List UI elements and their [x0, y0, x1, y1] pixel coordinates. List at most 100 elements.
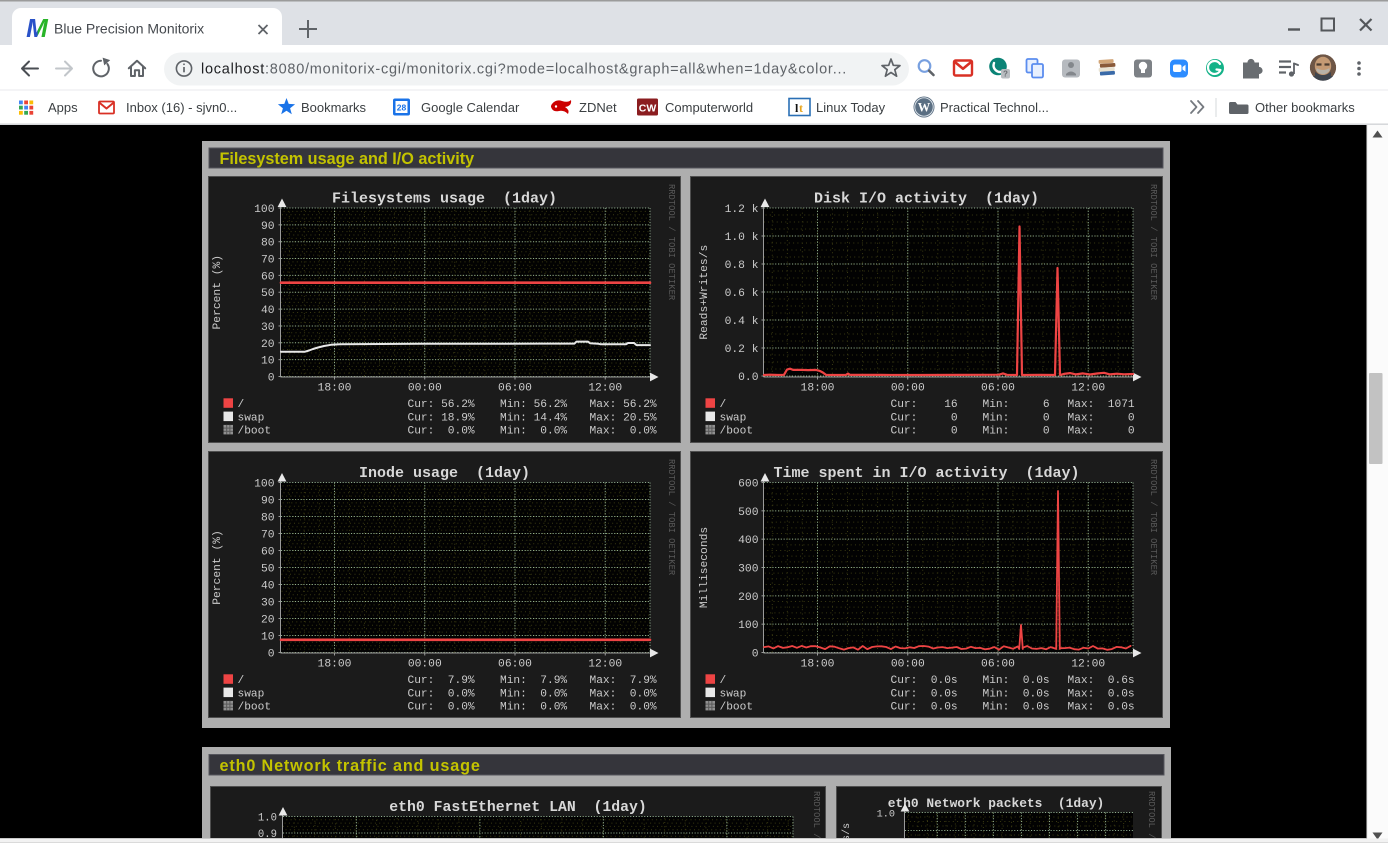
svg-text:Max: 7.9%: Max: 7.9% — [590, 675, 657, 687]
svg-text:0.4 k: 0.4 k — [725, 316, 759, 328]
svg-text:/: / — [238, 399, 245, 411]
svg-text:Cur: 0.0%: Cur: 0.0% — [408, 426, 475, 438]
svg-text:30: 30 — [261, 598, 275, 610]
svg-text:40: 40 — [261, 305, 275, 317]
svg-text:90: 90 — [261, 221, 275, 233]
svg-text:0: 0 — [752, 649, 759, 661]
svg-text:10: 10 — [261, 356, 275, 368]
svg-text:Cur: 0.0s: Cur: 0.0s — [891, 675, 958, 687]
svg-text:20: 20 — [261, 339, 275, 351]
svg-text:60: 60 — [261, 547, 275, 559]
svg-text:Cur: 0.0%: Cur: 0.0% — [408, 702, 475, 714]
svg-text:Max: 0.0%: Max: 0.0% — [590, 426, 657, 438]
svg-text:Max: 0.0s: Max: 0.0s — [1068, 702, 1135, 714]
svg-text:18:00: 18:00 — [801, 382, 835, 394]
svg-text:400: 400 — [738, 535, 759, 547]
svg-text:CW: CW — [639, 103, 657, 115]
svg-text:Max: 56.2%: Max: 56.2% — [590, 399, 657, 411]
svg-text:10: 10 — [261, 632, 275, 644]
svg-text:12:00: 12:00 — [588, 382, 622, 394]
svg-text:0: 0 — [268, 373, 275, 385]
svg-text:/: / — [238, 675, 245, 687]
svg-text:Inbox (16) - sjvn0...: Inbox (16) - sjvn0... — [126, 100, 237, 115]
svg-text:Percent (%): Percent (%) — [212, 530, 224, 605]
svg-text:M: M — [26, 13, 49, 43]
svg-text:Min: 6: Min: 6 — [983, 399, 1050, 411]
svg-text:50: 50 — [261, 288, 275, 300]
svg-text:Min: 56.2%: Min: 56.2% — [500, 399, 567, 411]
svg-text:Milliseconds: Milliseconds — [699, 527, 711, 608]
svg-text:swap: swap — [238, 688, 265, 700]
svg-text:/boot: /boot — [238, 702, 272, 714]
svg-text:Apps: Apps — [48, 100, 78, 115]
svg-text:Min: 0: Min: 0 — [983, 426, 1050, 438]
svg-text:Max: 0.0%: Max: 0.0% — [590, 702, 657, 714]
svg-text:Min: 14.4%: Min: 14.4% — [500, 412, 567, 424]
svg-text:localhost:8080/monitorix-cgi/m: localhost:8080/monitorix-cgi/monitorix.c… — [201, 62, 847, 78]
svg-text:06:00: 06:00 — [981, 658, 1015, 670]
svg-text:100: 100 — [738, 620, 759, 632]
svg-text:W: W — [918, 101, 931, 115]
svg-text:/boot: /boot — [720, 426, 754, 438]
svg-text:80: 80 — [261, 513, 275, 525]
svg-text:18:00: 18:00 — [318, 658, 352, 670]
svg-text:00:00: 00:00 — [891, 382, 925, 394]
svg-text:300: 300 — [738, 564, 759, 576]
svg-text:RRDTOOL / TOBI OETIKER: RRDTOOL / TOBI OETIKER — [666, 184, 676, 301]
svg-text:200: 200 — [738, 592, 759, 604]
svg-text:Cur: 0: Cur: 0 — [891, 426, 958, 438]
svg-text:/: / — [720, 399, 727, 411]
svg-text:18:00: 18:00 — [318, 382, 352, 394]
svg-text:Blue Precision Monitorix: Blue Precision Monitorix — [54, 21, 204, 37]
svg-text:100: 100 — [254, 204, 275, 216]
svg-text:?: ? — [1003, 70, 1008, 79]
svg-text:Linux Today: Linux Today — [816, 100, 886, 115]
svg-text:Max: 1071: Max: 1071 — [1068, 399, 1135, 411]
svg-text:1.0: 1.0 — [258, 813, 277, 825]
svg-text:06:00: 06:00 — [498, 382, 532, 394]
svg-text:Min: 0.0s: Min: 0.0s — [983, 688, 1050, 700]
svg-text:ZDNet: ZDNet — [579, 100, 617, 115]
svg-text:70: 70 — [261, 530, 275, 542]
svg-text:70: 70 — [261, 255, 275, 267]
svg-text:60: 60 — [261, 271, 275, 283]
svg-text:28: 28 — [397, 103, 407, 113]
svg-text:RRDTOOL / TOBI OETIKER: RRDTOOL / TOBI OETIKER — [1148, 184, 1158, 301]
svg-text:Min: 0: Min: 0 — [983, 412, 1050, 424]
svg-text:Max: 20.5%: Max: 20.5% — [590, 412, 657, 424]
svg-text:80: 80 — [261, 238, 275, 250]
svg-text:Cur: 0.0s: Cur: 0.0s — [891, 702, 958, 714]
svg-text:RRDTOOL / TOBI OETIKER: RRDTOOL / TOBI OETIKER — [666, 459, 676, 576]
svg-text:Cur: 18.9%: Cur: 18.9% — [408, 412, 475, 424]
svg-text:t: t — [799, 101, 803, 115]
svg-text:Time spent in I/O activity (1: Time spent in I/O activity (1day) — [773, 465, 1079, 482]
svg-text:00:00: 00:00 — [891, 658, 925, 670]
svg-text:30: 30 — [261, 322, 275, 334]
svg-text:1.0: 1.0 — [877, 810, 895, 821]
svg-text:Filesystems usage (1day): Filesystems usage (1day) — [332, 191, 557, 208]
svg-text:RRDTOOL / TOBI OETIKER: RRDTOOL / TOBI OETIKER — [1146, 791, 1156, 843]
svg-text:swap: swap — [238, 412, 265, 424]
svg-text:RRDTOOL / TOBI OETIKER: RRDTOOL / TOBI OETIKER — [811, 791, 821, 843]
svg-text:Min: 0.0s: Min: 0.0s — [983, 702, 1050, 714]
svg-text:00:00: 00:00 — [408, 382, 442, 394]
svg-text:Min: 0.0%: Min: 0.0% — [500, 688, 567, 700]
svg-text:Reads+Writes/s: Reads+Writes/s — [699, 245, 711, 340]
svg-text:06:00: 06:00 — [981, 382, 1015, 394]
svg-text:eth0 FastEthernet LAN (1day): eth0 FastEthernet LAN (1day) — [389, 800, 647, 816]
svg-text:/boot: /boot — [238, 426, 272, 438]
svg-text:500: 500 — [738, 507, 759, 519]
svg-text:eth0 Network traffic and usage: eth0 Network traffic and usage — [220, 757, 481, 775]
svg-text:0: 0 — [268, 649, 275, 661]
svg-text:Percent (%): Percent (%) — [212, 255, 224, 330]
svg-text:swap: swap — [720, 688, 747, 700]
svg-text:swap: swap — [720, 412, 747, 424]
svg-text:Min: 7.9%: Min: 7.9% — [500, 675, 567, 687]
svg-text:1.2 k: 1.2 k — [725, 204, 759, 216]
svg-text:Google Calendar: Google Calendar — [421, 100, 520, 115]
svg-text:600: 600 — [738, 479, 759, 491]
svg-text:/: / — [720, 675, 727, 687]
svg-text:Max: 0: Max: 0 — [1068, 412, 1135, 424]
svg-text:Min: 0.0s: Min: 0.0s — [983, 675, 1050, 687]
svg-text:100: 100 — [254, 479, 275, 491]
